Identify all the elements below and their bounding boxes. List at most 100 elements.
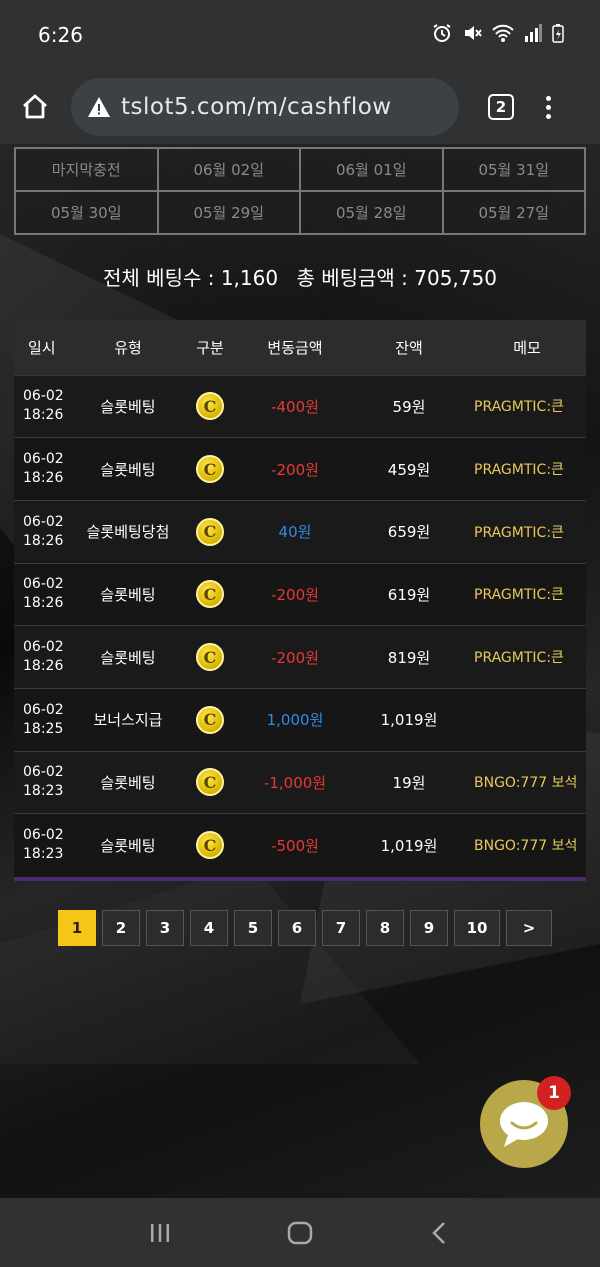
status-time: 6:26 — [38, 23, 83, 47]
recent-apps-icon[interactable] — [148, 1221, 172, 1245]
date-filter-0602[interactable]: 06월 02일 — [157, 148, 300, 191]
page-button-9[interactable]: 9 — [410, 910, 448, 946]
row-type: 슬롯베팅당첨 — [86, 523, 170, 542]
row-balance: 619원 — [387, 585, 431, 604]
table-row: 06-02 18:26 슬롯베팅당첨 C 40원 659원 PRAGMTIC:큰 — [14, 500, 586, 564]
coin-icon: C — [196, 392, 224, 421]
next-page-button[interactable]: > — [506, 910, 552, 946]
bet-amount: 총 베팅금액 : 705,750 — [296, 266, 497, 290]
date-filter-0529[interactable]: 05월 29일 — [157, 191, 300, 234]
header-datetime: 일시 — [28, 338, 56, 357]
signal-icon — [524, 23, 542, 47]
row-category: C — [180, 814, 240, 877]
status-icons — [432, 23, 564, 48]
tab-switcher-button[interactable]: 2 — [488, 94, 514, 120]
row-memo: PRAGMTIC:큰 — [474, 399, 564, 416]
page-content: 마지막충전 06월 02일 06월 01일 05월 31일 05월 30일 05… — [0, 144, 600, 1198]
row-amount: -400원 — [271, 397, 319, 416]
row-amount: -200원 — [271, 460, 319, 479]
date-filter-0530[interactable]: 05월 30일 — [15, 191, 158, 234]
table-header-row: 일시 유형 구분 변동금액 잔액 메모 — [14, 320, 586, 375]
row-datetime: 06-02 18:25 — [23, 701, 64, 737]
row-amount: -200원 — [271, 585, 319, 604]
status-bar: 6:26 — [0, 0, 600, 70]
table-row: 06-02 18:26 슬롯베팅 C -400원 59원 PRAGMTIC:큰 — [14, 375, 586, 438]
wifi-icon — [492, 23, 514, 48]
warning-icon — [88, 97, 110, 117]
row-memo: BNGO:777 보석 — [474, 838, 578, 855]
row-category: C — [180, 626, 240, 689]
coin-icon: C — [196, 768, 224, 797]
home-button[interactable] — [17, 89, 53, 125]
page-button-1[interactable]: 1 — [58, 910, 96, 946]
back-icon[interactable] — [428, 1221, 452, 1245]
row-amount: 40원 — [278, 523, 312, 542]
row-datetime: 06-02 18:26 — [23, 451, 64, 487]
url-text: tslot5.com/m/cashflow — [121, 94, 392, 120]
row-balance: 59원 — [392, 397, 426, 416]
table-row: 06-02 18:26 슬롯베팅 C -200원 619원 PRAGMTIC:큰 — [14, 563, 586, 626]
table-row: 06-02 18:23 슬롯베팅 C -1,000원 19원 BNGO:777 보… — [14, 751, 586, 814]
page-button-7[interactable]: 7 — [322, 910, 360, 946]
row-balance: 459원 — [387, 460, 431, 479]
chat-unread-badge: 1 — [537, 1076, 571, 1110]
pagination: 1 2 3 4 5 6 7 8 9 10 > — [58, 910, 552, 946]
row-datetime: 06-02 18:26 — [23, 513, 64, 549]
row-memo: PRAGMTIC:큰 — [474, 524, 564, 541]
date-filter-0527[interactable]: 05월 27일 — [442, 191, 585, 234]
row-memo: PRAGMTIC:큰 — [474, 587, 564, 604]
page-button-8[interactable]: 8 — [366, 910, 404, 946]
coin-icon: C — [196, 580, 224, 609]
battery-icon — [552, 23, 564, 48]
row-category: C — [180, 500, 240, 563]
date-filter-0528[interactable]: 05월 28일 — [300, 191, 443, 234]
address-bar[interactable]: tslot5.com/m/cashflow — [71, 78, 459, 136]
table-row: 06-02 18:26 슬롯베팅 C -200원 819원 PRAGMTIC:큰 — [14, 625, 586, 689]
row-type: 슬롯베팅 — [100, 773, 156, 792]
date-filter-last-charge[interactable]: 마지막충전 — [15, 148, 158, 191]
browser-menu-button[interactable] — [544, 95, 552, 119]
header-memo: 메모 — [513, 338, 541, 357]
date-filter-0531[interactable]: 05월 31일 — [442, 148, 585, 191]
row-datetime: 06-02 18:23 — [23, 827, 64, 863]
page-button-10[interactable]: 10 — [454, 910, 500, 946]
row-type: 슬롯베팅 — [100, 836, 156, 855]
more-dots-icon — [545, 95, 551, 101]
page-button-2[interactable]: 2 — [102, 910, 140, 946]
row-memo: PRAGMTIC:큰 — [474, 462, 564, 479]
header-category: 구분 — [196, 338, 224, 357]
row-memo: PRAGMTIC:큰 — [474, 650, 564, 667]
page-button-5[interactable]: 5 — [234, 910, 272, 946]
row-amount: -500원 — [271, 836, 319, 855]
row-category: C — [180, 688, 240, 751]
row-balance: 819원 — [387, 648, 431, 667]
row-datetime: 06-02 18:26 — [23, 388, 64, 424]
page-button-4[interactable]: 4 — [190, 910, 228, 946]
row-balance: 659원 — [387, 523, 431, 542]
date-filter-grid: 마지막충전 06월 02일 06월 01일 05월 31일 05월 30일 05… — [14, 147, 586, 235]
system-navigation-bar — [0, 1198, 600, 1267]
table-row: 06-02 18:25 보너스지급 C 1,000원 1,019원 — [14, 688, 586, 752]
date-filter-0601[interactable]: 06월 01일 — [300, 148, 443, 191]
mute-icon — [462, 23, 482, 48]
row-category: C — [180, 563, 240, 626]
row-balance: 1,019원 — [380, 836, 438, 855]
header-type: 유형 — [114, 338, 142, 357]
page-button-6[interactable]: 6 — [278, 910, 316, 946]
row-datetime: 06-02 18:23 — [23, 764, 64, 800]
row-memo — [468, 688, 586, 751]
row-type: 슬롯베팅 — [100, 460, 156, 479]
table-row: 06-02 18:23 슬롯베팅 C -500원 1,019원 BNGO:777 … — [14, 813, 586, 877]
coin-icon: C — [196, 705, 224, 734]
header-balance: 잔액 — [395, 338, 423, 357]
coin-icon: C — [196, 517, 224, 546]
row-type: 슬롯베팅 — [100, 585, 156, 604]
coin-icon: C — [196, 643, 224, 672]
page-button-3[interactable]: 3 — [146, 910, 184, 946]
home-nav-icon[interactable] — [287, 1220, 313, 1246]
coin-icon: C — [196, 455, 224, 484]
home-icon — [23, 94, 47, 119]
row-datetime: 06-02 18:26 — [23, 576, 64, 612]
coin-icon: C — [196, 831, 224, 860]
alarm-icon — [432, 23, 452, 48]
